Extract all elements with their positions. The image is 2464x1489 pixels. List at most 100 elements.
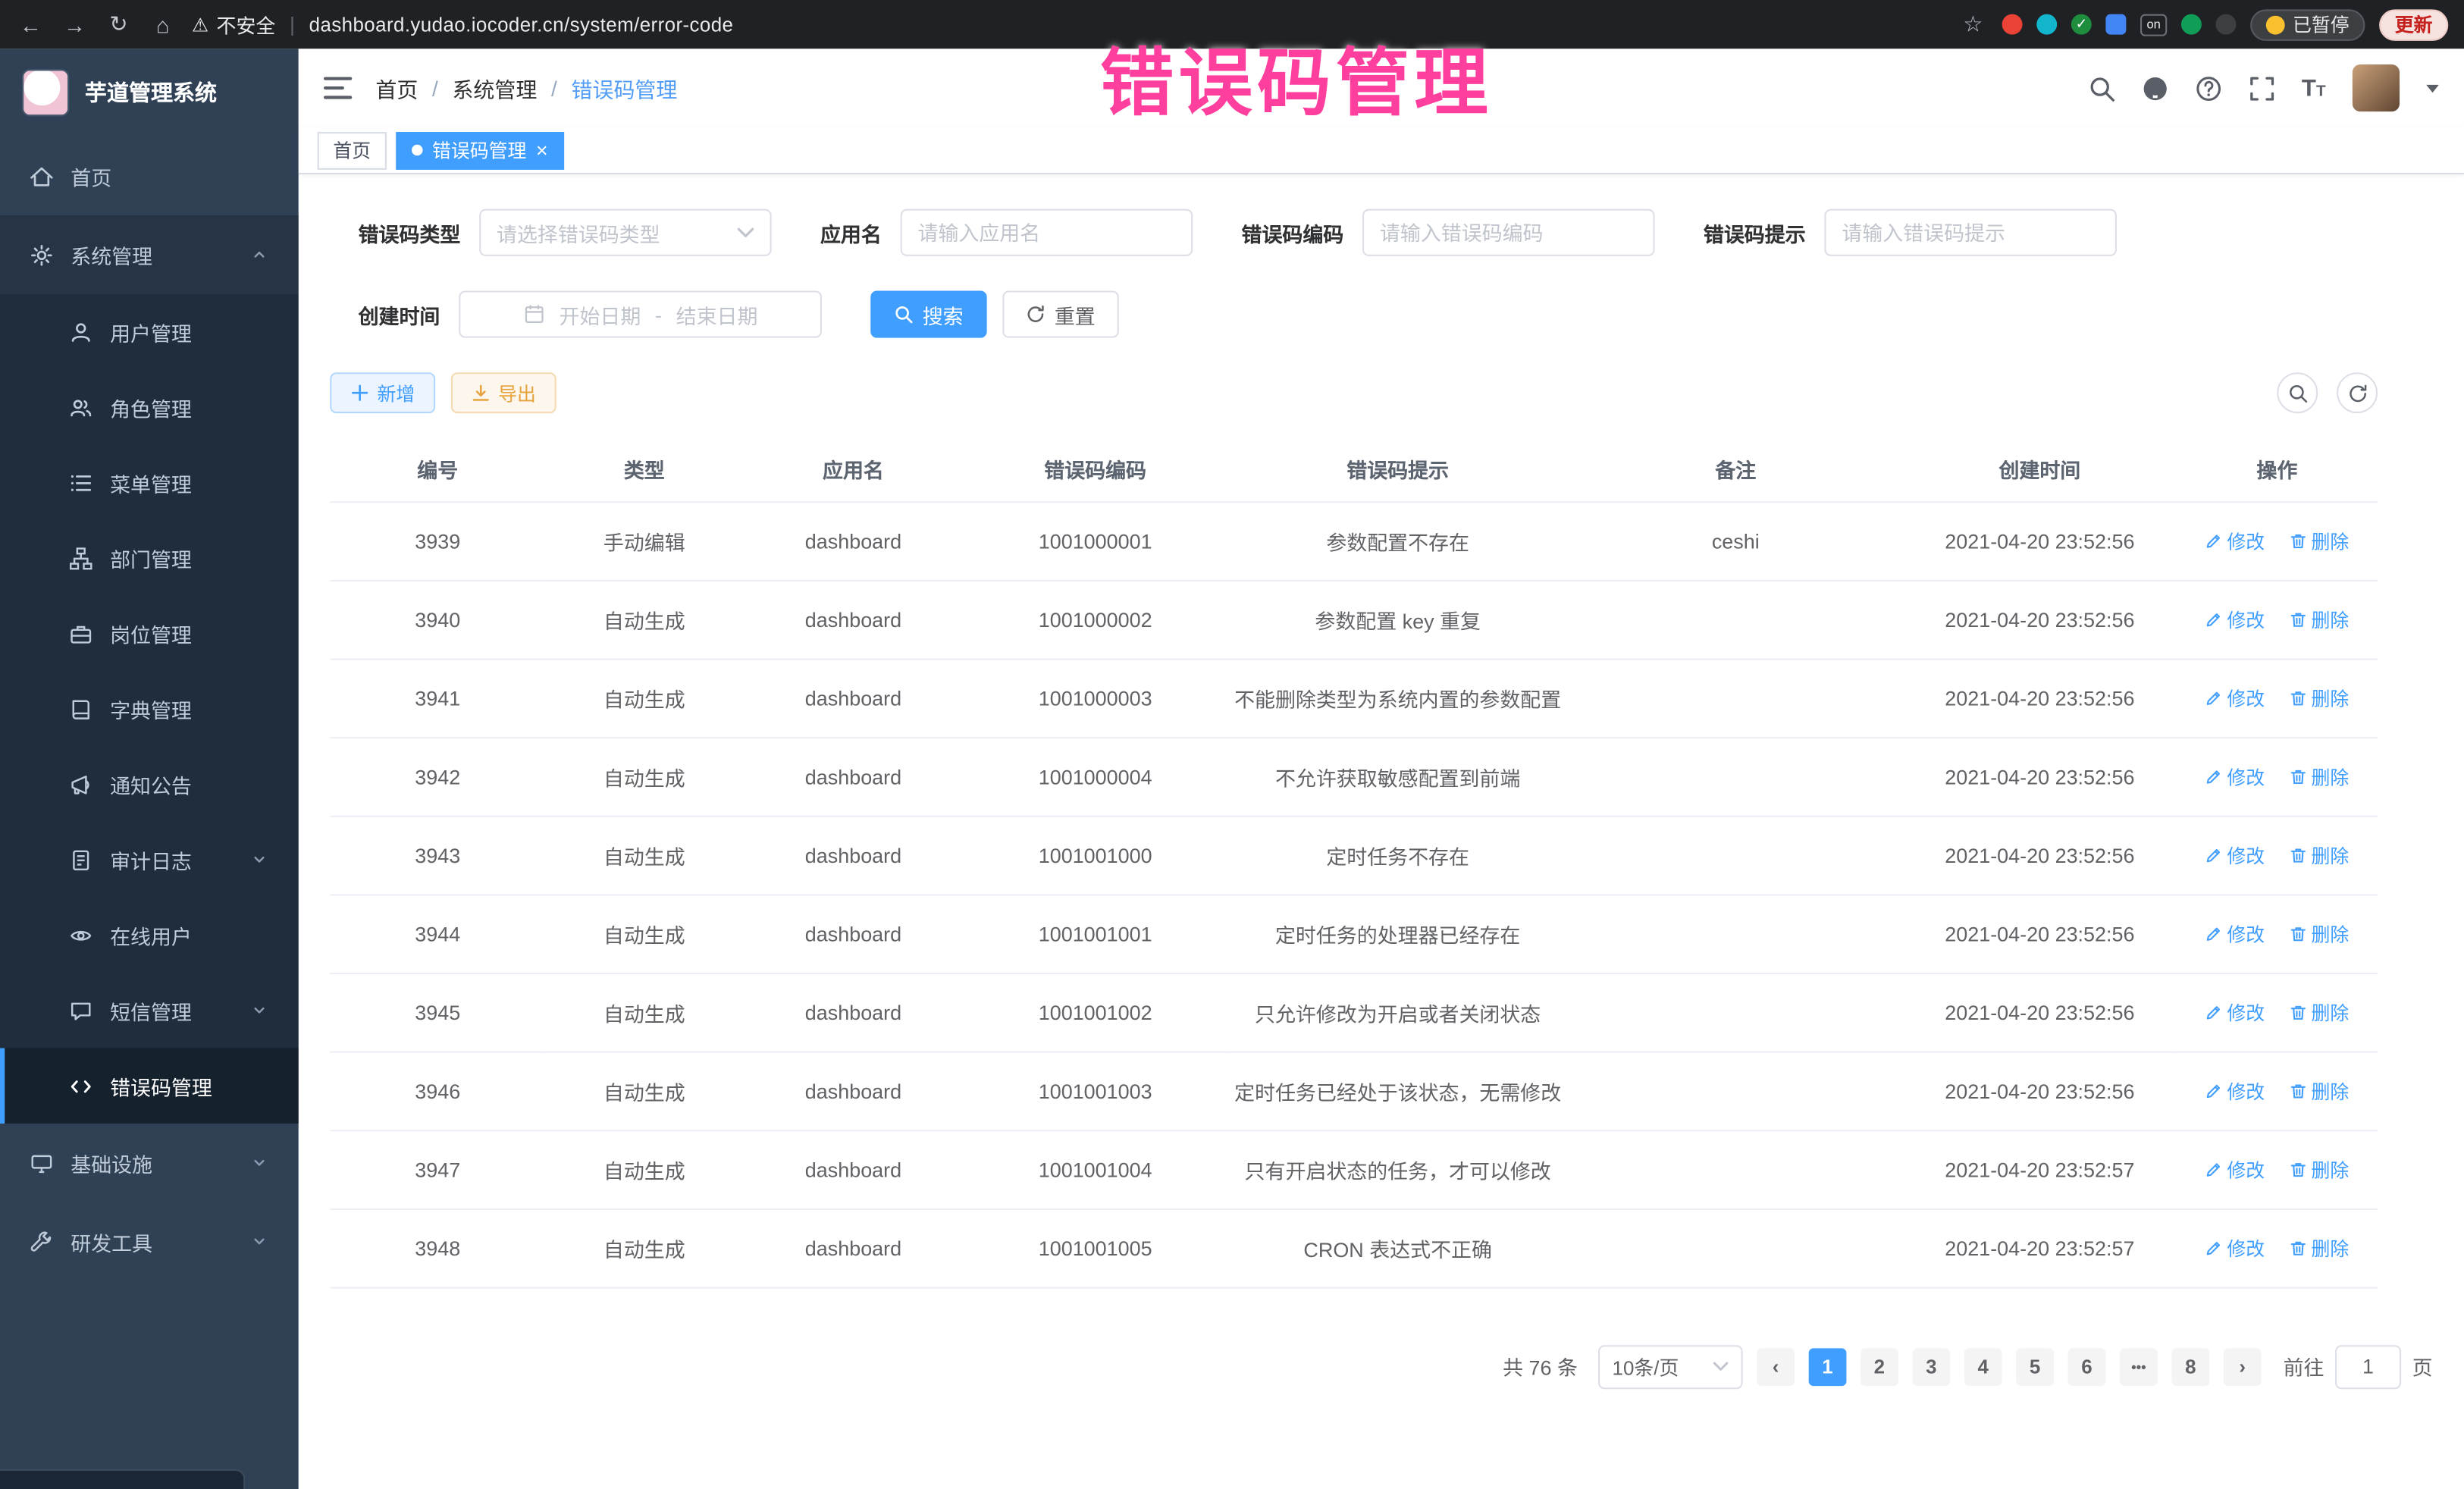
sidebar-item-infrastructure[interactable]: 基础设施 xyxy=(0,1124,299,1202)
cell-type: 自动生成 xyxy=(545,1052,743,1130)
error-code-input[interactable] xyxy=(1362,209,1655,256)
sidebar-item-label: 角色管理 xyxy=(110,392,192,422)
tab-error-code[interactable]: 错误码管理 × xyxy=(396,131,563,169)
page-button-5[interactable]: 5 xyxy=(2016,1347,2054,1385)
delete-link[interactable]: 删除 xyxy=(2290,1234,2350,1261)
extension-check-icon[interactable]: ✓ xyxy=(2071,14,2092,35)
edit-link[interactable]: 修改 xyxy=(2205,920,2265,947)
edit-link[interactable]: 修改 xyxy=(2205,1077,2265,1104)
sidebar-item-system[interactable]: 系统管理 xyxy=(0,215,299,294)
edit-link[interactable]: 修改 xyxy=(2205,842,2265,868)
github-icon[interactable] xyxy=(2142,74,2168,101)
sidebar-item-departments[interactable]: 部门管理 xyxy=(0,520,299,595)
profile-paused-chip[interactable]: 已暂停 xyxy=(2250,8,2365,39)
sidebar-item-sms[interactable]: 短信管理 xyxy=(0,973,299,1048)
font-size-icon[interactable]: TT xyxy=(2302,74,2326,101)
sidebar-item-dictionary[interactable]: 字典管理 xyxy=(0,671,299,746)
megaphone-icon xyxy=(69,773,92,796)
extension-pin-icon[interactable] xyxy=(2215,14,2236,35)
sidebar-item-audit-log[interactable]: 审计日志 xyxy=(0,822,299,897)
page-content: 错误码类型 请选择错误码类型 应用名 错误码编码 xyxy=(299,174,2464,1489)
breadcrumb-system[interactable]: 系统管理 xyxy=(452,72,537,103)
sidebar-item-home[interactable]: 首页 xyxy=(0,136,299,215)
avatar-caret-icon[interactable] xyxy=(2426,84,2439,92)
delete-link[interactable]: 删除 xyxy=(2290,842,2350,868)
edit-link[interactable]: 修改 xyxy=(2205,527,2265,553)
sidebar-item-posts[interactable]: 岗位管理 xyxy=(0,596,299,671)
goto-page-input[interactable] xyxy=(2335,1344,2401,1388)
delete-link[interactable]: 删除 xyxy=(2290,606,2350,632)
export-button[interactable]: 导出 xyxy=(451,372,556,413)
app-logo[interactable]: 芋道管理系统 xyxy=(0,49,299,136)
delete-link[interactable]: 删除 xyxy=(2290,1077,2350,1104)
breadcrumb-home[interactable]: 首页 xyxy=(375,72,418,103)
page-button-1[interactable]: 1 xyxy=(1809,1347,1847,1385)
wrench-icon xyxy=(30,1230,53,1253)
delete-link[interactable]: 删除 xyxy=(2290,527,2350,553)
sidebar-toggle-icon[interactable] xyxy=(324,77,352,99)
date-range-picker[interactable]: 开始日期 - 结束日期 xyxy=(459,290,822,337)
user-avatar[interactable] xyxy=(2353,64,2400,111)
show-search-button[interactable] xyxy=(2277,372,2318,413)
delete-link[interactable]: 删除 xyxy=(2290,920,2350,947)
search-button[interactable]: 搜索 xyxy=(870,290,986,337)
briefcase-icon xyxy=(69,622,92,645)
sidebar-item-devtools[interactable]: 研发工具 xyxy=(0,1202,299,1281)
edit-link[interactable]: 修改 xyxy=(2205,1234,2265,1261)
page-button-3[interactable]: 3 xyxy=(1912,1347,1950,1385)
browser-home-icon[interactable]: ⌂ xyxy=(148,12,177,37)
sidebar-item-notices[interactable]: 通知公告 xyxy=(0,747,299,822)
app-name-input[interactable] xyxy=(901,209,1193,256)
prev-page-button[interactable]: ‹ xyxy=(1757,1347,1795,1385)
page-size-select[interactable]: 10条/页 xyxy=(1598,1344,1743,1388)
page-button-6[interactable]: 6 xyxy=(2068,1347,2106,1385)
fullscreen-icon[interactable] xyxy=(2248,74,2274,101)
edit-link[interactable]: 修改 xyxy=(2205,685,2265,711)
extension-drop-icon[interactable] xyxy=(2036,14,2057,35)
page-button-2[interactable]: 2 xyxy=(1861,1347,1898,1385)
col-header-type: 类型 xyxy=(545,438,743,501)
extension-on-badge[interactable]: on xyxy=(2140,14,2167,36)
chevron-down-icon xyxy=(250,1232,269,1251)
sidebar-item-users[interactable]: 用户管理 xyxy=(0,294,299,369)
edit-link[interactable]: 修改 xyxy=(2205,763,2265,789)
page-button-8[interactable]: 8 xyxy=(2171,1347,2209,1385)
browser-update-button[interactable]: 更新 xyxy=(2379,8,2448,39)
sidebar-item-online-users[interactable]: 在线用户 xyxy=(0,898,299,973)
page-ellipsis-button[interactable]: ••• xyxy=(2120,1347,2158,1385)
search-icon[interactable] xyxy=(2088,74,2114,101)
error-type-select[interactable]: 请选择错误码类型 xyxy=(479,209,772,256)
sidebar-item-menus[interactable]: 菜单管理 xyxy=(0,445,299,520)
cell-hint: 只允许修改为开启或者关闭状态 xyxy=(1227,973,1569,1052)
url-text[interactable]: dashboard.yudao.iocoder.cn/system/error-… xyxy=(309,14,734,36)
delete-link[interactable]: 删除 xyxy=(2290,685,2350,711)
delete-link[interactable]: 删除 xyxy=(2290,763,2350,789)
extension-leaf-icon[interactable] xyxy=(2181,14,2202,35)
reload-icon[interactable]: ↻ xyxy=(104,11,133,38)
refresh-table-button[interactable] xyxy=(2337,372,2378,413)
forward-icon[interactable]: → xyxy=(60,12,89,37)
tab-home[interactable]: 首页 xyxy=(318,131,387,169)
delete-link[interactable]: 删除 xyxy=(2290,1155,2350,1182)
next-page-button[interactable]: › xyxy=(2224,1347,2262,1385)
edit-link[interactable]: 修改 xyxy=(2205,606,2265,632)
delete-link[interactable]: 删除 xyxy=(2290,998,2350,1025)
extension-record-icon[interactable] xyxy=(2002,14,2023,35)
page-button-4[interactable]: 4 xyxy=(1964,1347,2002,1385)
add-button[interactable]: 新增 xyxy=(330,372,435,413)
sidebar-item-error-code[interactable]: 错误码管理 xyxy=(0,1048,299,1123)
reset-button[interactable]: 重置 xyxy=(1002,290,1118,337)
error-hint-input[interactable] xyxy=(1825,209,2118,256)
filter-error-type: 错误码类型 请选择错误码类型 xyxy=(359,209,772,256)
extension-grid-icon[interactable] xyxy=(2106,14,2127,35)
bookmark-star-icon[interactable]: ☆ xyxy=(1958,11,1988,38)
goto-label: 前往 xyxy=(2284,1352,2324,1381)
tab-close-icon[interactable]: × xyxy=(536,139,548,160)
cell-remark xyxy=(1569,894,1903,973)
back-icon[interactable]: ← xyxy=(16,12,45,37)
edit-link[interactable]: 修改 xyxy=(2205,1155,2265,1182)
help-icon[interactable] xyxy=(2195,74,2221,101)
security-indicator[interactable]: ⚠ 不安全 xyxy=(192,9,275,39)
edit-link[interactable]: 修改 xyxy=(2205,998,2265,1025)
sidebar-item-roles[interactable]: 角色管理 xyxy=(0,369,299,444)
